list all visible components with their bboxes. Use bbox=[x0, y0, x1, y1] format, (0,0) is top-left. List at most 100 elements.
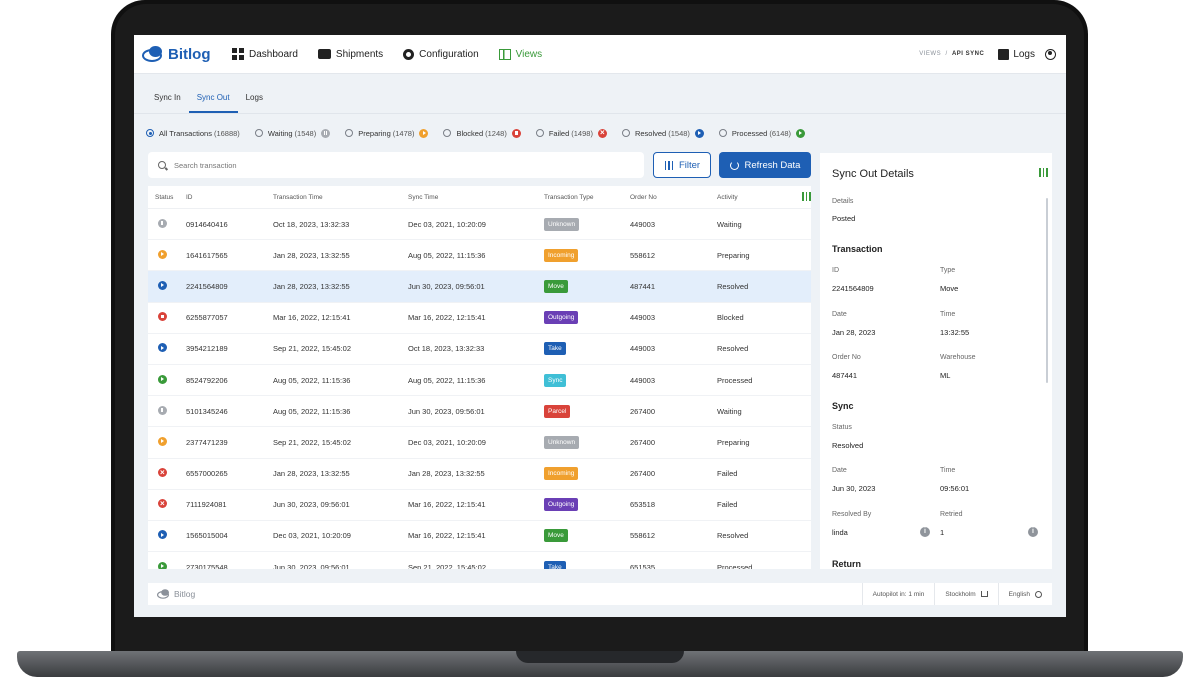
resolved-icon bbox=[158, 530, 167, 540]
processed-icon bbox=[796, 128, 806, 138]
filter-failed[interactable]: Failed (1498) bbox=[535, 128, 607, 138]
breadcrumb: VIEWS / API SYNC bbox=[919, 51, 984, 57]
id-label: ID bbox=[832, 267, 839, 274]
table-row[interactable]: 1641617565 Jan 28, 2023, 13:32:55 Aug 05, … bbox=[148, 240, 811, 272]
header-right: VIEWS / API SYNC Logs bbox=[919, 35, 1056, 73]
order-no-cell: 653518 bbox=[630, 500, 656, 510]
filter-waiting[interactable]: Waiting (1548) bbox=[254, 128, 331, 138]
radio[interactable] bbox=[621, 129, 630, 137]
sync-time-cell: Jan 28, 2023, 13:32:55 bbox=[408, 469, 485, 479]
blocked-icon bbox=[158, 312, 167, 322]
warehouse-value: ML bbox=[940, 371, 951, 380]
search-input[interactable] bbox=[172, 159, 616, 171]
status-cell bbox=[148, 499, 186, 510]
main-nav: Dashboard Shipments Configuration Views bbox=[232, 35, 562, 73]
location-selector[interactable]: Stockholm bbox=[934, 583, 997, 605]
sync-time-value: 09:56:01 bbox=[940, 484, 970, 493]
order-no-cell: 267400 bbox=[630, 469, 656, 479]
filter-resolved[interactable]: Resolved (1548) bbox=[621, 128, 704, 138]
order-no-cell: 267400 bbox=[630, 406, 656, 416]
sync-time-cell: Mar 16, 2022, 12:15:41 bbox=[408, 500, 486, 510]
table-row[interactable]: 3954212189 Sep 21, 2022, 15:45:02 Oct 18, … bbox=[148, 334, 811, 365]
radio[interactable] bbox=[443, 129, 452, 137]
table-row[interactable]: 8524792206 Aug 05, 2022, 11:15:36 Aug 05, … bbox=[148, 365, 811, 397]
sync-time-cell: Jun 30, 2023, 09:56:01 bbox=[408, 281, 485, 291]
sync-date-label: Date bbox=[832, 467, 847, 474]
logs-button[interactable]: Logs bbox=[998, 48, 1035, 60]
filter-all[interactable]: All Transactions (16888) bbox=[146, 129, 240, 138]
nav-label: Shipments bbox=[335, 48, 384, 60]
refresh-icon bbox=[729, 160, 739, 170]
table-row[interactable]: 2730175548 Jun 30, 2023, 09:56:01 Sep 21, … bbox=[148, 552, 811, 569]
radio[interactable] bbox=[535, 129, 544, 137]
failed-icon bbox=[158, 499, 167, 509]
details-scrollbar[interactable] bbox=[1046, 198, 1048, 383]
sync-tabs: Sync In Sync Out Logs bbox=[146, 87, 271, 113]
order-no-cell: 449003 bbox=[630, 375, 656, 385]
sync-time-cell: Jun 30, 2023, 09:56:01 bbox=[408, 406, 485, 416]
sync-time-cell: Oct 18, 2023, 13:32:33 bbox=[408, 344, 485, 354]
id-cell: 1565015004 bbox=[186, 531, 228, 541]
status-cell bbox=[148, 374, 186, 386]
preparing-icon bbox=[158, 436, 167, 446]
header-id[interactable]: ID bbox=[186, 194, 273, 201]
table-row[interactable]: 1565015004 Dec 03, 2021, 10:20:09 Mar 16, … bbox=[148, 521, 811, 553]
table-row[interactable]: 6255877057 Mar 16, 2022, 12:15:41 Mar 16, … bbox=[148, 303, 811, 334]
resolved-icon bbox=[158, 280, 167, 290]
nav-shipments[interactable]: Shipments bbox=[317, 48, 384, 60]
transaction-type-tag: Sync bbox=[544, 373, 567, 387]
order-no-cell: 449003 bbox=[630, 313, 656, 323]
header-order-no[interactable]: Order No bbox=[630, 194, 717, 201]
header-sync-time[interactable]: Sync Time bbox=[408, 194, 544, 201]
filter-blocked[interactable]: Blocked (1248) bbox=[443, 128, 521, 138]
filter-label: Preparing bbox=[358, 128, 391, 138]
processed-icon bbox=[158, 374, 167, 384]
app-logo[interactable]: Bitlog bbox=[142, 42, 211, 66]
tab-sync-in[interactable]: Sync In bbox=[146, 87, 189, 107]
transaction-time-cell: Aug 05, 2022, 11:15:36 bbox=[273, 406, 351, 416]
filter-preparing[interactable]: Preparing (1478) bbox=[345, 128, 429, 138]
radio[interactable] bbox=[254, 129, 263, 137]
transaction-type-cell: Take bbox=[544, 560, 630, 569]
user-icon[interactable] bbox=[1045, 48, 1056, 60]
nav-views[interactable]: Views bbox=[498, 48, 543, 60]
order-no-cell: 267400 bbox=[630, 437, 656, 447]
transaction-type-tag: Outgoing bbox=[544, 498, 579, 512]
filter-button[interactable]: Filter bbox=[653, 152, 711, 178]
header-transaction-time[interactable]: Transaction Time bbox=[273, 194, 408, 201]
header-activity[interactable]: Activity bbox=[717, 194, 787, 201]
table-row[interactable]: 6557000265 Jan 28, 2023, 13:32:55 Jan 28, … bbox=[148, 459, 811, 490]
refresh-data-button[interactable]: Refresh Data bbox=[719, 152, 811, 178]
table-row[interactable]: 2377471239 Sep 21, 2022, 15:45:02 Dec 03, … bbox=[148, 427, 811, 459]
status-cell bbox=[148, 280, 186, 292]
dashboard-icon bbox=[232, 48, 244, 60]
radio-selected[interactable] bbox=[146, 129, 154, 137]
transaction-type-cell: Unknown bbox=[544, 435, 630, 449]
nav-configuration[interactable]: Configuration bbox=[403, 48, 479, 60]
language-selector[interactable]: English bbox=[997, 583, 1052, 605]
resolved-icon bbox=[694, 128, 704, 138]
info-icon[interactable]: i bbox=[920, 527, 930, 537]
radio[interactable] bbox=[718, 129, 727, 137]
table-row[interactable]: 7111924081 Jun 30, 2023, 09:56:01 Mar 16, … bbox=[148, 490, 811, 521]
id-cell: 3954212189 bbox=[186, 344, 228, 354]
info-icon[interactable]: i bbox=[1028, 527, 1038, 537]
header-status[interactable]: Status bbox=[148, 194, 186, 201]
nav-dashboard[interactable]: Dashboard bbox=[232, 48, 298, 60]
tab-logs[interactable]: Logs bbox=[238, 87, 271, 107]
radio[interactable] bbox=[345, 129, 354, 137]
breadcrumb-parent[interactable]: VIEWS bbox=[919, 51, 941, 57]
transaction-type-tag: Move bbox=[544, 279, 568, 293]
transaction-time-cell: Sep 21, 2022, 15:45:02 bbox=[273, 437, 351, 447]
tab-sync-out[interactable]: Sync Out bbox=[188, 87, 238, 113]
date-label: Date bbox=[832, 311, 847, 318]
table-row[interactable]: 0914640416 Oct 18, 2023, 13:32:33 Dec 03, … bbox=[148, 209, 811, 241]
table-row[interactable]: 5101345246 Aug 05, 2022, 11:15:36 Jun 30, … bbox=[148, 396, 811, 428]
filter-label: Blocked bbox=[456, 128, 484, 138]
table-row[interactable]: 2241564809 Jan 28, 2023, 13:32:55 Jun 30, … bbox=[148, 271, 811, 303]
header-transaction-type[interactable]: Transaction Type bbox=[544, 194, 630, 201]
nav-label: Views bbox=[515, 48, 543, 60]
filter-processed[interactable]: Processed (6148) bbox=[718, 128, 806, 138]
top-bar: Bitlog Dashboard Shipments Configuration… bbox=[134, 35, 1066, 74]
details-label: Details bbox=[832, 198, 854, 205]
